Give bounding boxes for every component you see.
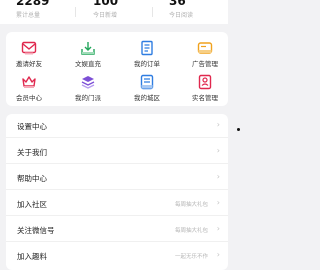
menu-item-settings[interactable]: 设置中心 ›	[6, 114, 228, 138]
chevron-right-icon: ›	[216, 146, 220, 155]
menu-item-about-us[interactable]: 关于我们 ›	[6, 140, 228, 164]
divider	[75, 7, 76, 17]
menu-item-follow-wechat[interactable]: 关注微信号 每周抽大礼包 ›	[6, 218, 228, 242]
stat-label: 今日阅读	[169, 12, 194, 19]
download-tray-icon	[80, 40, 96, 56]
grid-item-my-orders[interactable]: 我的订单	[124, 40, 170, 70]
stat-value: 100	[93, 0, 119, 8]
chevron-right-icon: ›	[216, 250, 220, 259]
menu-item-label: 关于我们	[17, 148, 47, 157]
stat-value: 2289	[16, 0, 50, 8]
grid-item-label: 我的门派	[75, 94, 101, 102]
function-grid: 邀请好友 文娱直充 我的订单 广告管理 会员中心 我的门派 我的城区 实名管理	[6, 32, 228, 106]
chevron-right-icon: ›	[216, 198, 220, 207]
chevron-right-icon: ›	[216, 224, 220, 233]
divider	[152, 7, 153, 17]
menu-item-description: 一起无乐不作	[174, 254, 208, 260]
chevron-right-icon: ›	[216, 172, 220, 181]
menu-item-description: 每周抽大礼包	[174, 228, 208, 234]
grid-item-label: 文娱直充	[75, 60, 101, 68]
stat-label: 累计总量	[16, 12, 41, 19]
invite-envelope-icon	[21, 40, 37, 56]
grid-item-label: 实名管理	[192, 94, 218, 102]
grid-item-label: 会员中心	[16, 94, 42, 102]
menu-item-label: 加入社区	[17, 200, 47, 209]
menu-item-join-quliao[interactable]: 加入趣料 一起无乐不作 ›	[6, 244, 228, 268]
vip-crown-icon	[21, 74, 37, 90]
grid-item-my-sect[interactable]: 我的门派	[65, 74, 111, 104]
stat-label: 今日新增	[93, 12, 118, 19]
menu-item-label: 关注微信号	[17, 226, 55, 235]
menu-item-label: 设置中心	[17, 122, 47, 131]
grid-item-label: 我的订单	[134, 60, 160, 68]
city-book-icon	[139, 74, 155, 90]
chevron-right-icon: ›	[216, 120, 220, 129]
grid-item-my-city[interactable]: 我的城区	[124, 74, 170, 104]
grid-item-real-name[interactable]: 实名管理	[182, 74, 228, 104]
stat-value: 36	[169, 0, 186, 8]
ad-card-icon	[197, 40, 213, 56]
id-card-icon	[197, 74, 213, 90]
stats-bar: 2289 累计总量 100 今日新增 36 今日阅读	[0, 0, 228, 24]
settings-menu: 设置中心 › 关于我们 › 帮助中心 › 加入社区 每周抽大礼包 › 关注微信号…	[6, 114, 228, 270]
grid-item-invite-friends[interactable]: 邀请好友	[6, 40, 52, 70]
menu-item-label: 加入趣料	[17, 252, 47, 261]
grid-item-ad-management[interactable]: 广告管理	[182, 40, 228, 70]
grid-item-vip-center[interactable]: 会员中心	[6, 74, 52, 104]
menu-item-join-community[interactable]: 加入社区 每周抽大礼包 ›	[6, 192, 228, 216]
menu-item-help-center[interactable]: 帮助中心 ›	[6, 166, 228, 190]
grid-item-label: 我的城区	[134, 94, 160, 102]
menu-item-description: 每周抽大礼包	[174, 202, 208, 208]
grid-item-entertainment-topup[interactable]: 文娱直充	[65, 40, 111, 70]
order-document-icon	[139, 40, 155, 56]
menu-item-label: 帮助中心	[17, 174, 47, 183]
scroll-indicator-dot	[237, 128, 240, 131]
stack-layers-icon	[80, 74, 96, 90]
grid-item-label: 邀请好友	[16, 60, 42, 68]
grid-item-label: 广告管理	[192, 60, 218, 68]
